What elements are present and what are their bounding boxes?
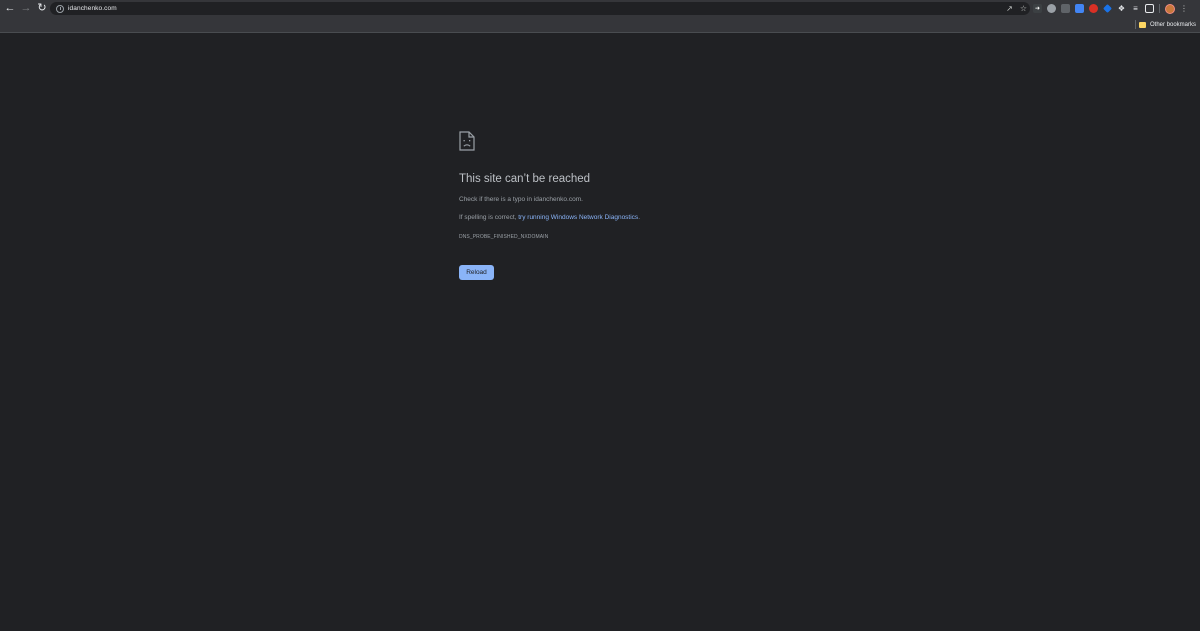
- back-button[interactable]: ←: [2, 0, 18, 17]
- puzzle-icon[interactable]: ❖: [1117, 4, 1126, 13]
- kebab-menu-icon[interactable]: ⋮: [1180, 4, 1188, 13]
- folder-icon: [1139, 21, 1146, 28]
- toolbar-divider: [1159, 4, 1160, 13]
- error-code: DNS_PROBE_FINISHED_NXDOMAIN: [459, 234, 549, 240]
- share-icon[interactable]: ↗: [1006, 4, 1013, 13]
- url-text[interactable]: idanchenko.com: [68, 5, 117, 12]
- extension-clipboard-icon[interactable]: [1061, 4, 1070, 13]
- info-icon[interactable]: [56, 4, 64, 13]
- sad-page-icon: [459, 131, 475, 151]
- spelling-message: If spelling is correct, try running Wind…: [459, 214, 640, 221]
- error-title: This site can’t be reached: [459, 173, 591, 185]
- reload-button[interactable]: Reload: [459, 265, 494, 280]
- extension-diamond-icon[interactable]: [1103, 4, 1112, 13]
- forward-button[interactable]: →: [18, 0, 34, 17]
- typo-message: Check if there is a typo in idanchenko.c…: [459, 196, 583, 203]
- extensions-area: ➜ ❖ ≡ ⋮: [1033, 2, 1188, 15]
- network-diagnostics-link[interactable]: try running Windows Network Diagnostics: [518, 214, 638, 221]
- bookmarks-divider: [1135, 20, 1136, 29]
- back-arrow-icon: ←: [4, 2, 16, 14]
- spelling-suffix: .: [638, 214, 640, 221]
- other-bookmarks-button[interactable]: Other bookmarks: [1139, 17, 1196, 32]
- reload-page-button[interactable]: ↻: [34, 0, 50, 17]
- extension-translate-icon[interactable]: [1075, 4, 1084, 13]
- other-bookmarks-label: Other bookmarks: [1150, 21, 1197, 28]
- extension-record-icon[interactable]: [1089, 4, 1098, 13]
- reload-icon: ↻: [37, 2, 47, 14]
- forward-arrow-icon: →: [20, 2, 32, 14]
- side-panel-icon[interactable]: [1145, 4, 1154, 13]
- extension-circle-icon[interactable]: [1047, 4, 1056, 13]
- star-icon[interactable]: ☆: [1020, 4, 1027, 13]
- bookmarks-bar: Other bookmarks: [0, 17, 1200, 33]
- extension-arrow-icon[interactable]: ➜: [1033, 4, 1042, 13]
- reading-list-icon[interactable]: ≡: [1131, 4, 1140, 13]
- spelling-prefix: If spelling is correct,: [459, 214, 519, 221]
- omnibox-actions: ↗ ☆: [1006, 2, 1027, 15]
- address-bar[interactable]: idanchenko.com ↗ ☆: [50, 2, 1030, 15]
- profile-avatar[interactable]: [1165, 3, 1175, 14]
- browser-toolbar: ← → ↻ idanchenko.com ↗ ☆ ➜ ❖ ≡ ⋮: [0, 0, 1200, 17]
